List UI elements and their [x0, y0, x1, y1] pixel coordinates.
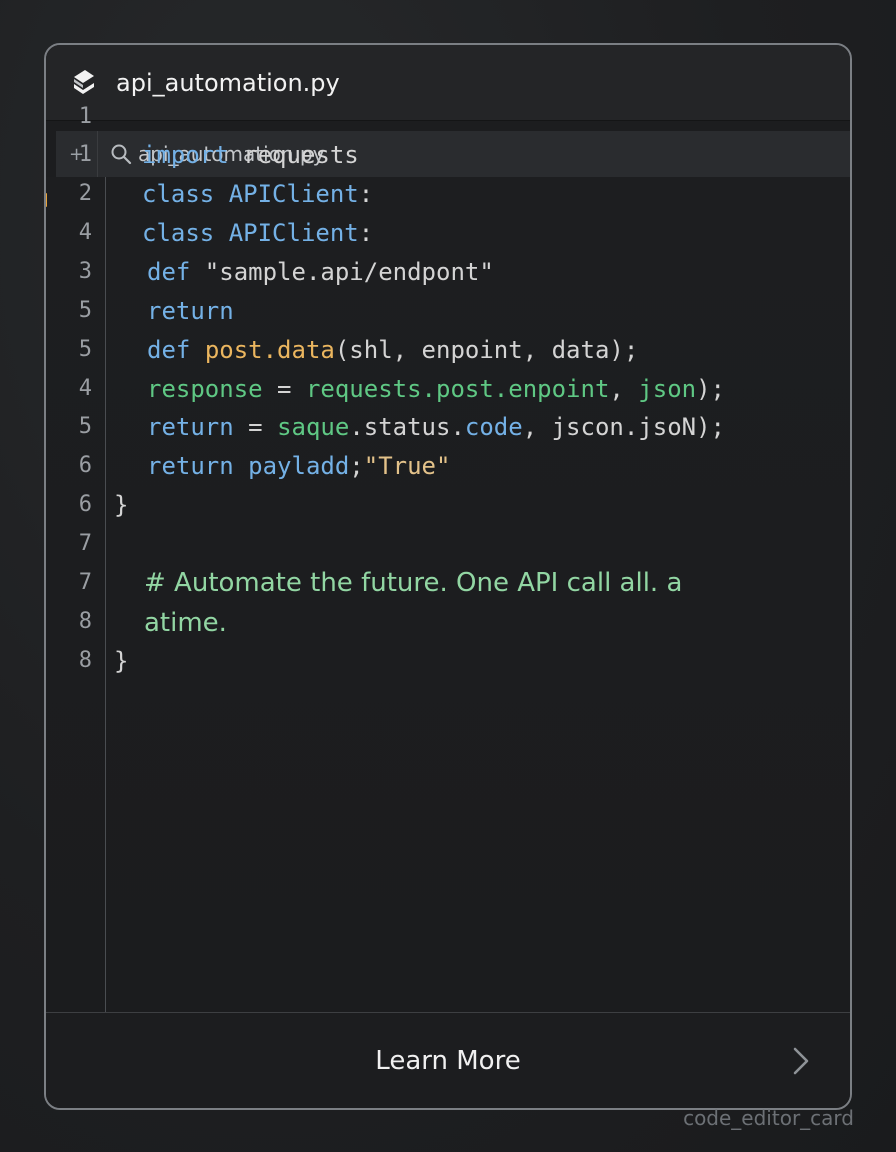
search-icon[interactable] — [110, 143, 132, 165]
code-token: , — [609, 375, 639, 403]
code-line: return — [147, 296, 234, 326]
learn-more-button[interactable]: Learn More — [46, 1012, 850, 1108]
code-line: import requests — [142, 140, 359, 170]
code-token: , jscon.jsoN); — [522, 413, 725, 441]
code-token: = — [233, 413, 278, 441]
line-number: 4 — [78, 220, 92, 245]
code-line: class APIClient: — [142, 218, 373, 248]
code-token: } — [114, 491, 129, 519]
card-header: api_automation.py — [46, 45, 850, 121]
code-line: def "sample.api/endpont" — [147, 257, 494, 287]
code-token: ; — [349, 452, 364, 480]
line-number: 2 — [78, 181, 92, 206]
code-token: response — [147, 375, 263, 403]
code-token: post.data — [204, 336, 335, 364]
code-token: atime. — [144, 608, 227, 638]
line-number: 8 — [78, 648, 92, 673]
file-title: api_automation.py — [116, 68, 340, 97]
line-number: 5 — [78, 337, 92, 362]
code-token: .status. — [349, 413, 465, 441]
learn-more-label: Learn More — [375, 1045, 521, 1076]
code-token: = — [262, 375, 306, 403]
code-line: class APIClient: — [142, 179, 373, 209]
line-number: 4 — [78, 376, 92, 401]
code-token: def — [147, 258, 191, 286]
code-token: : — [358, 180, 374, 208]
code-editor[interactable]: 1 1 2 4 3 5 5 4 5 6 6 7 7 8 8 import requests class API… — [46, 104, 850, 1013]
code-token: class APIClient — [142, 219, 359, 247]
line-number: 3 — [78, 259, 92, 284]
code-token: "sample.api/endpont" — [190, 258, 494, 286]
line-number: 8 — [78, 609, 92, 634]
watermark-label: code_editor_card — [683, 1106, 854, 1130]
code-token: class APIClient — [142, 180, 359, 208]
page: api_automation.py + api_automation.py 11… — [0, 0, 896, 1152]
code-token: "True" — [363, 452, 451, 480]
code-line: return payladd;"True" — [147, 451, 450, 481]
line-number: 7 — [78, 531, 92, 556]
code-line: response = requests.post.enpoint, json); — [147, 374, 725, 404]
code-token: return — [147, 297, 234, 325]
code-token: import — [142, 141, 229, 169]
code-token: def — [147, 336, 191, 364]
code-token: (shl, enpoint, data); — [334, 336, 639, 364]
line-number: 5 — [78, 298, 92, 323]
code-token: saque — [277, 413, 350, 441]
line-number: 6 — [78, 453, 92, 478]
line-number: 5 — [78, 414, 92, 439]
code-line: return = saque.status.code, jscon.jsoN); — [147, 412, 725, 442]
code-line: } — [114, 646, 128, 676]
comment-line: # Automate the future. One API call all.… — [144, 566, 682, 600]
code-token: : — [358, 219, 374, 247]
line-number: 6 — [78, 492, 92, 517]
stack-logo-icon — [74, 69, 94, 94]
code-token: return payladd — [147, 452, 350, 480]
code-editor-card: api_automation.py + api_automation.py 11… — [44, 43, 852, 1110]
line-number: 1 — [78, 142, 92, 167]
code-token: # Automate the future. One API call all.… — [144, 568, 683, 598]
code-line: } — [114, 490, 128, 520]
chevron-right-icon[interactable] — [790, 1046, 812, 1076]
line-number: 7 — [78, 570, 92, 595]
code-token: requests — [228, 141, 359, 169]
code-token: requests.post.enpoint — [305, 375, 610, 403]
code-line: def post.data(shl, enpoint, data); — [147, 335, 638, 365]
comment-line: atime. — [144, 606, 227, 640]
code-token: code — [464, 413, 523, 441]
code-token: ); — [696, 375, 725, 403]
code-token: } — [114, 647, 129, 675]
code-token: json — [638, 375, 697, 403]
line-number: 1 — [78, 104, 92, 129]
code-token: return — [147, 413, 234, 441]
